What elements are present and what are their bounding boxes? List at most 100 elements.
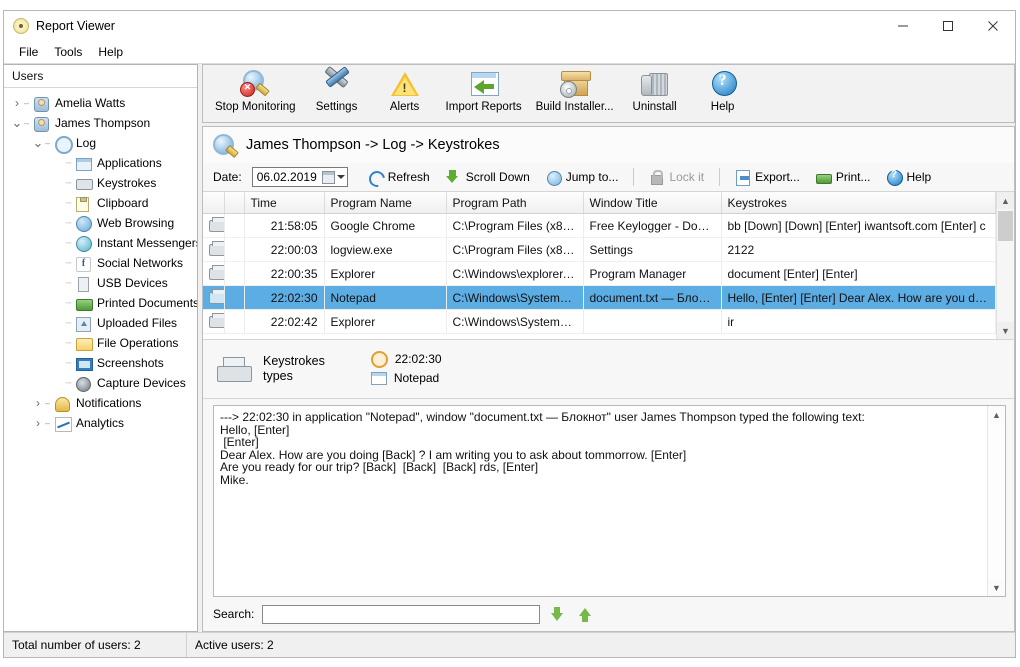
log-text[interactable]: ---> 22:02:30 in application "Notepad", … <box>214 406 987 596</box>
jump-to-icon <box>546 170 561 185</box>
column-header-program-path[interactable]: Program Path <box>446 192 583 214</box>
sidebar-item-web-browsing[interactable]: ┈Web Browsing <box>4 213 197 233</box>
sidebar-item-log[interactable]: ⌄–Log <box>4 133 197 153</box>
tree-connector: – <box>24 98 34 108</box>
sidebar-item-applications[interactable]: ┈Applications <box>4 153 197 173</box>
chevron-down-icon[interactable]: ⌄ <box>31 139 45 147</box>
table-row[interactable]: 22:00:35ExplorerC:\Windows\explorer.exeP… <box>203 262 996 286</box>
close-button[interactable] <box>970 11 1015 41</box>
print-button[interactable]: Print... <box>808 166 879 188</box>
export-button[interactable]: Export... <box>727 166 808 188</box>
column-header-window-title[interactable]: Window Title <box>583 192 721 214</box>
sidebar-item-amelia-watts[interactable]: ›–Amelia Watts <box>4 93 197 113</box>
log-scroll-up-icon[interactable]: ▲ <box>988 406 1005 423</box>
log-scroll-down-icon[interactable]: ▼ <box>988 579 1005 596</box>
cell-time: 22:02:30 <box>244 286 324 310</box>
jump-to-button[interactable]: Jump to... <box>538 166 627 188</box>
window-title: Report Viewer <box>36 19 115 33</box>
sidebar-item-notifications[interactable]: ›–Notifications <box>4 393 197 413</box>
date-picker[interactable]: 06.02.2019 <box>252 167 348 187</box>
menu-help[interactable]: Help <box>90 43 131 61</box>
build-installer-button[interactable]: Build Installer... <box>530 67 620 120</box>
lock-it-button[interactable]: Lock it <box>641 166 712 188</box>
users-tree-panel: Users ›–Amelia Watts⌄–James Thompson⌄–Lo… <box>4 64 198 632</box>
maximize-button[interactable] <box>925 11 970 41</box>
cell-program-path: C:\Program Files (x86)\FKL... <box>446 238 583 262</box>
chevron-right-icon[interactable]: › <box>10 96 24 110</box>
stop-monitoring-button[interactable]: Stop Monitoring <box>209 67 302 120</box>
sidebar-item-capture-devices[interactable]: ┈Capture Devices <box>4 373 197 393</box>
sidebar-item-label: File Operations <box>97 336 178 350</box>
sidebar-item-social-networks[interactable]: ┈fSocial Networks <box>4 253 197 273</box>
table-row[interactable]: 22:02:42ExplorerC:\Windows\SystemApps\..… <box>203 310 996 334</box>
sidebar-item-clipboard[interactable]: ┈Clipboard <box>4 193 197 213</box>
help-icon <box>887 170 902 185</box>
sidebar-item-printed-documents[interactable]: ┈Printed Documents <box>4 293 197 313</box>
sidebar-item-uploaded-files[interactable]: ┈Uploaded Files <box>4 313 197 333</box>
scroll-down-arrow-icon[interactable]: ▼ <box>997 322 1014 339</box>
help-button[interactable]: ?Help <box>690 67 756 120</box>
table-vertical-scrollbar[interactable]: ▲ ▼ <box>996 192 1014 339</box>
scroll-down-button[interactable]: Scroll Down <box>438 166 538 188</box>
sidebar-item-usb-devices[interactable]: ┈USB Devices <box>4 273 197 293</box>
sidebar-item-file-operations[interactable]: ┈File Operations <box>4 333 197 353</box>
minimize-button[interactable] <box>880 11 925 41</box>
scroll-thumb[interactable] <box>998 211 1013 241</box>
calendar-dropdown-icon[interactable] <box>322 171 345 184</box>
menu-tools[interactable]: Tools <box>46 43 90 61</box>
table-row[interactable]: 22:02:30NotepadC:\Windows\System32\not..… <box>203 286 996 310</box>
import-reports-button[interactable]: Import Reports <box>440 67 528 120</box>
lock-it-label: Lock it <box>669 170 704 184</box>
sidebar-item-screenshots[interactable]: ┈Screenshots <box>4 353 197 373</box>
date-value: 06.02.2019 <box>257 170 317 184</box>
detail-time-row: 22:02:30 <box>371 350 442 369</box>
help-button[interactable]: Help <box>879 166 940 188</box>
chevron-right-icon[interactable]: › <box>31 416 45 430</box>
sidebar-item-analytics[interactable]: ›–Analytics <box>4 413 197 433</box>
sidebar-item-label: USB Devices <box>97 276 168 290</box>
chevron-right-icon[interactable]: › <box>31 396 45 410</box>
cell-window-title <box>583 310 721 334</box>
tree-connector: ┈ <box>66 318 76 329</box>
uninstall-button[interactable]: Uninstall <box>622 67 688 120</box>
toolbar-label: Settings <box>316 101 358 113</box>
separator <box>633 168 634 186</box>
table-row[interactable]: 21:58:05Google ChromeC:\Program Files (x… <box>203 214 996 238</box>
scroll-up-arrow-icon[interactable]: ▲ <box>997 192 1014 209</box>
menu-file[interactable]: File <box>11 43 46 61</box>
tree-connector: – <box>24 118 34 128</box>
keystrokes-table-viewport[interactable]: TimeProgram NameProgram PathWindow Title… <box>203 192 996 339</box>
table-body[interactable]: 21:58:05Google ChromeC:\Program Files (x… <box>203 214 996 334</box>
facebook-icon: f <box>76 256 93 271</box>
scroll-track[interactable] <box>997 209 1014 322</box>
camera-icon <box>76 376 93 391</box>
row-type-icon-cell <box>203 214 224 238</box>
search-input[interactable] <box>262 605 540 624</box>
log-text-scrollbar[interactable]: ▲ ▼ <box>987 406 1005 596</box>
column-header-blank1[interactable] <box>224 192 244 214</box>
users-tree[interactable]: ›–Amelia Watts⌄–James Thompson⌄–Log┈Appl… <box>4 88 197 631</box>
log-scroll-track[interactable] <box>988 423 1005 579</box>
chevron-down-icon[interactable]: ⌄ <box>10 119 24 127</box>
find-prev-button[interactable] <box>574 603 596 625</box>
alerts-button[interactable]: !Alerts <box>372 67 438 120</box>
refresh-button[interactable]: Refresh <box>360 166 438 188</box>
column-header-keystrokes[interactable]: Keystrokes <box>721 192 996 214</box>
stop-monitoring-icon <box>239 69 271 99</box>
find-next-button[interactable] <box>546 603 568 625</box>
users-column-header[interactable]: Users <box>4 65 197 88</box>
sidebar-item-instant-messengers[interactable]: ┈Instant Messengers <box>4 233 197 253</box>
column-header-blank0[interactable] <box>203 192 224 214</box>
keystrokes-table[interactable]: TimeProgram NameProgram PathWindow Title… <box>203 192 996 334</box>
toolbar-label: Build Installer... <box>536 101 614 113</box>
sidebar-item-keystrokes[interactable]: ┈Keystrokes <box>4 173 197 193</box>
keyboard-icon <box>209 268 224 280</box>
cell-window-title: Program Manager <box>583 262 721 286</box>
settings-button[interactable]: Settings <box>304 67 370 120</box>
keyboard-icon <box>209 316 224 328</box>
column-header-time[interactable]: Time <box>244 192 324 214</box>
sidebar-item-james-thompson[interactable]: ⌄–James Thompson <box>4 113 197 133</box>
table-header-row[interactable]: TimeProgram NameProgram PathWindow Title… <box>203 192 996 214</box>
column-header-program-name[interactable]: Program Name <box>324 192 446 214</box>
table-row[interactable]: 22:00:03logview.exeC:\Program Files (x86… <box>203 238 996 262</box>
